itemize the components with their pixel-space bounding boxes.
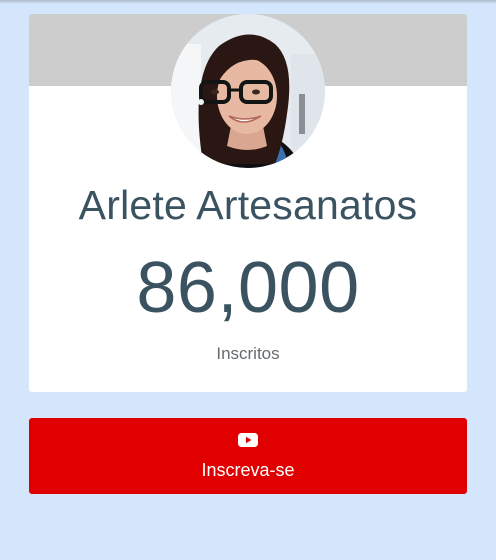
subscribe-button[interactable]: Inscreva-se: [29, 418, 467, 494]
top-shadow: [0, 0, 496, 4]
avatar-photo: [171, 14, 325, 168]
subscribe-button-label: Inscreva-se: [201, 460, 295, 480]
subscriber-count: 86,000: [136, 248, 360, 328]
youtube-icon: [238, 433, 258, 447]
channel-card: Arlete Artesanatos 86,000 Inscritos: [29, 14, 467, 392]
channel-avatar: [171, 14, 325, 168]
subscriber-label: Inscritos: [216, 344, 280, 363]
channel-name: Arlete Artesanatos: [78, 182, 418, 228]
